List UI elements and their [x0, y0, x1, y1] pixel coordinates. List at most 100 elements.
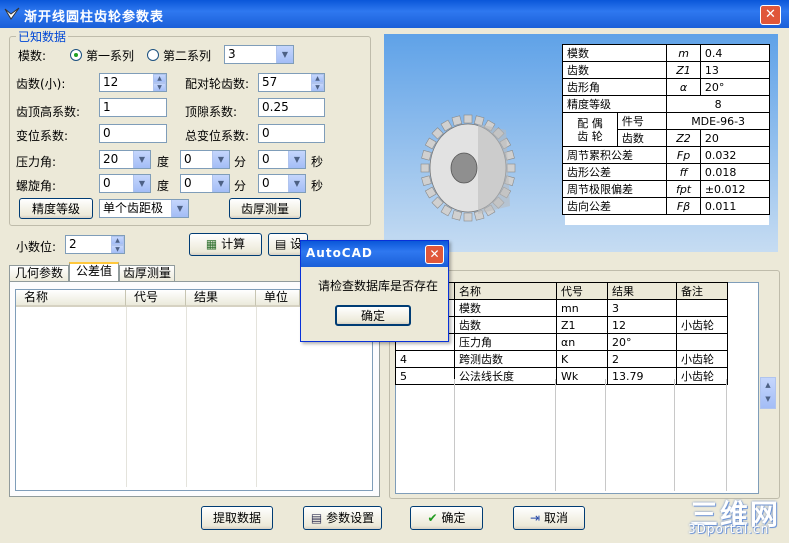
teeth-input[interactable]: 12 ▲ ▼ — [99, 73, 167, 92]
pressure-deg-select[interactable]: 20 ▼ — [99, 150, 151, 169]
addendum-input[interactable]: 1 — [99, 98, 167, 117]
spec-cell: 齿向公差 — [561, 197, 668, 215]
grid-cell: 13.79 — [607, 367, 677, 385]
pressure-angle-label: 压力角: — [16, 155, 57, 169]
cancel-button[interactable]: ⇥ 取消 — [513, 506, 585, 530]
decimals-input[interactable]: 2 ▲ ▼ — [65, 235, 125, 254]
helix-angle-label: 螺旋角: — [16, 179, 57, 193]
clearance-input[interactable]: 0.25 — [258, 98, 325, 117]
grid-cell: 小齿轮 — [676, 367, 728, 385]
grid-cell: Z1 — [556, 316, 608, 334]
decimals-value: 2 — [69, 237, 77, 251]
grid-cell: K — [556, 350, 608, 368]
spec-cell: MDE-96-3 — [666, 112, 770, 130]
spec-row: 精度等级 8 — [561, 95, 770, 113]
grid-scroll-spinner[interactable]: ▲ ▼ — [760, 377, 776, 409]
dialog-titlebar: AutoCAD ✕ — [301, 241, 448, 267]
grid-cell: Wk — [556, 367, 608, 385]
cancel-label: 取消 — [543, 511, 568, 525]
min-unit: 分 — [234, 179, 247, 193]
spec-row: 齿形公差 ff 0.018 — [561, 163, 771, 181]
tab-geometry[interactable]: 几何参数 — [9, 265, 69, 282]
spec-row: 模数 m 0.4 — [561, 44, 771, 62]
grid-cell — [676, 299, 728, 317]
spec-cell: 齿数 — [561, 61, 668, 79]
helix-min-value: 0 — [184, 176, 192, 190]
shift-input[interactable]: 0 — [99, 124, 167, 143]
spec-cell: 20° — [699, 78, 771, 96]
gear-tooth — [421, 175, 432, 186]
chevron-down-icon: ▼ — [276, 46, 293, 63]
tab-tolerance[interactable]: 公差值 — [69, 262, 119, 281]
param-settings-button[interactable]: ▤ 参数设置 — [303, 506, 382, 530]
dialog-close-button[interactable]: ✕ — [425, 245, 444, 264]
param-settings-label: 参数设置 — [326, 511, 375, 525]
series2-radio[interactable] — [147, 49, 159, 61]
precision-button[interactable]: 精度等级 — [19, 198, 93, 219]
col-header-code[interactable]: 代号 — [126, 290, 186, 307]
min-unit: 分 — [234, 155, 247, 169]
col-header-unit[interactable]: 单位 — [256, 290, 300, 307]
dialog-title: AutoCAD — [306, 246, 373, 260]
col-divider — [256, 307, 257, 487]
chevron-down-icon: ▼ — [212, 175, 229, 192]
ok-label: 确定 — [441, 511, 466, 525]
spec-cell: 20 — [699, 129, 771, 147]
module-label: 模数: — [18, 49, 47, 63]
spec-cell: 精度等级 — [561, 95, 668, 113]
helix-min-select[interactable]: 0 ▼ — [180, 174, 230, 193]
spec-row: 周节累积公差 Fp 0.032 — [561, 146, 771, 164]
dialog-ok-button[interactable]: 确定 — [335, 305, 411, 326]
teeth-spinner[interactable]: ▲ ▼ — [153, 74, 166, 91]
pitch-select[interactable]: 单个齿距极 ▼ — [99, 199, 189, 218]
helix-sec-value: 0 — [262, 176, 270, 190]
chevron-down-icon: ▼ — [171, 200, 188, 217]
mate-teeth-spinner[interactable]: ▲ ▼ — [311, 74, 324, 91]
col-header-result[interactable]: 结果 — [186, 290, 256, 307]
helix-deg-select[interactable]: 0 ▼ — [99, 174, 151, 193]
grid-cell: 齿数 — [454, 316, 557, 334]
spec-cell: 8 — [666, 95, 770, 113]
pressure-min-select[interactable]: 0 ▼ — [180, 150, 230, 169]
gear-tooth — [463, 114, 473, 124]
helix-sec-select[interactable]: 0 ▼ — [258, 174, 306, 193]
grid-cell: 压力角 — [454, 333, 557, 351]
window-close-button[interactable]: ✕ — [760, 5, 781, 25]
calculate-button[interactable]: ▦ 计算 — [189, 233, 262, 256]
shift-label: 变位系数: — [16, 129, 69, 143]
grid-cell: 20° — [607, 333, 677, 351]
spec-row: 周节极限偏差 fpt ±0.012 — [561, 180, 771, 198]
grid-row: 4 跨测齿数 K 2 小齿轮 — [395, 350, 728, 368]
tab-thickness[interactable]: 齿厚测量 — [119, 265, 175, 282]
spec-cell: α — [666, 78, 701, 96]
col-divider — [126, 307, 127, 487]
ok-button[interactable]: ✔ 确定 — [410, 506, 483, 530]
series1-label: 第一系列 — [86, 49, 135, 63]
grid-line — [726, 379, 727, 491]
deg-unit: 度 — [157, 155, 170, 169]
pressure-sec-select[interactable]: 0 ▼ — [258, 150, 306, 169]
extract-data-button[interactable]: 提取数据 — [201, 506, 273, 530]
grid-cell: 公法线长度 — [454, 367, 557, 385]
col-divider — [186, 307, 187, 487]
grid-cell: 2 — [607, 350, 677, 368]
sec-unit: 秒 — [311, 155, 324, 169]
spec-cell: Fp — [666, 146, 701, 164]
thickness-button[interactable]: 齿厚测量 — [229, 198, 301, 219]
spec-cell: Fβ — [666, 197, 701, 215]
pressure-deg-value: 20 — [103, 152, 119, 166]
series1-radio[interactable] — [70, 49, 82, 61]
col-header-name[interactable]: 名称 — [16, 290, 126, 307]
autocad-dialog: AutoCAD ✕ 请检查数据库是否存在 确定 — [300, 240, 449, 342]
spec-cell: 13 — [699, 61, 771, 79]
total-shift-input[interactable]: 0 — [258, 124, 325, 143]
document-icon: ▤ — [275, 237, 287, 251]
spec-cell: fpt — [666, 180, 701, 198]
spec-cell: 齿形角 — [561, 78, 668, 96]
gear-tooth — [451, 115, 463, 126]
module-select[interactable]: 3 ▼ — [224, 45, 294, 64]
pressure-min-value: 0 — [184, 152, 192, 166]
decimals-spinner[interactable]: ▲ ▼ — [111, 236, 124, 253]
mate-teeth-input[interactable]: 57 ▲ ▼ — [258, 73, 325, 92]
grid-line — [605, 379, 606, 491]
